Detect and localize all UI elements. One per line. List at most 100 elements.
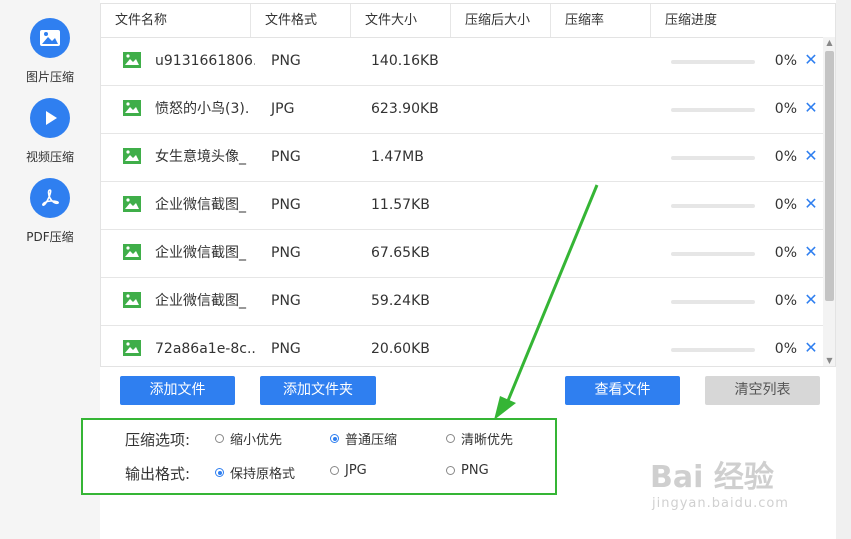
progress-percent: 0% [774, 197, 797, 213]
play-icon [30, 98, 70, 138]
radio-dot[interactable] [446, 466, 455, 475]
table-row[interactable]: 企业微信截图_ PNG 11.57KB 0% ✕ [101, 181, 823, 230]
image-file-icon [123, 196, 141, 212]
image-file-icon [123, 148, 141, 164]
file-size: 11.57KB [371, 197, 430, 213]
file-format: JPG [271, 101, 295, 117]
output-format-radio-2[interactable]: PNG [446, 463, 489, 478]
file-size: 20.60KB [371, 341, 430, 357]
sidebar-item-image-compress[interactable]: 图片压缩 [0, 18, 100, 85]
column-header-ratio[interactable]: 压缩率 [551, 4, 651, 37]
delete-icon[interactable]: ✕ [803, 98, 819, 118]
file-name: u9131661806... [155, 53, 255, 69]
file-name: 72a86a1e-8c... [155, 341, 255, 357]
clear-list-button[interactable]: 清空列表 [705, 376, 820, 405]
column-header-name[interactable]: 文件名称 [101, 4, 251, 37]
progress-bar [671, 156, 755, 160]
delete-icon[interactable]: ✕ [803, 194, 819, 214]
add-folder-button[interactable]: 添加文件夹 [260, 376, 376, 405]
output-format-label: 输出格式: [125, 465, 191, 483]
file-format: PNG [271, 341, 301, 357]
progress-bar [671, 60, 755, 64]
table-row[interactable]: 企业微信截图_ PNG 67.65KB 0% ✕ [101, 229, 823, 278]
progress-percent: 0% [774, 245, 797, 261]
options-panel: 压缩选项: 输出格式: 缩小优先 普通压缩 清晰优先 保持原格式 JPG PNG [81, 418, 557, 495]
table-row[interactable]: 女生意境头像_ PNG 1.47MB 0% ✕ [101, 133, 823, 182]
radio-dot[interactable] [215, 468, 224, 477]
file-format: PNG [271, 53, 301, 69]
watermark: Bai 经验 [650, 460, 774, 495]
progress-percent: 0% [774, 149, 797, 165]
file-name: 企业微信截图_ [155, 293, 246, 309]
pdf-icon [30, 178, 70, 218]
delete-icon[interactable]: ✕ [803, 290, 819, 310]
radio-label: 缩小优先 [230, 433, 283, 448]
table-row[interactable]: 72a86a1e-8c... PNG 20.60KB 0% ✕ [101, 325, 823, 366]
progress-percent: 0% [774, 293, 797, 309]
view-files-button[interactable]: 查看文件 [565, 376, 680, 405]
sidebar-item-label: 图片压缩 [25, 70, 74, 84]
radio-label: 清晰优先 [461, 433, 514, 448]
scroll-thumb[interactable] [825, 51, 834, 301]
table-row[interactable]: 愤怒的小鸟(3). JPG 623.90KB 0% ✕ [101, 85, 823, 134]
file-size: 59.24KB [371, 293, 430, 309]
radio-dot[interactable] [330, 466, 339, 475]
delete-icon[interactable]: ✕ [803, 50, 819, 70]
radio-dot[interactable] [330, 434, 339, 443]
file-name: 企业微信截图_ [155, 245, 246, 261]
output-format-radio-0[interactable]: 保持原格式 [215, 463, 295, 482]
output-format-radio-1[interactable]: JPG [330, 463, 367, 478]
delete-icon[interactable]: ✕ [803, 338, 819, 358]
progress-bar [671, 300, 755, 304]
file-size: 140.16KB [371, 53, 439, 69]
delete-icon[interactable]: ✕ [803, 146, 819, 166]
radio-label: 普通压缩 [345, 433, 398, 448]
progress-percent: 0% [774, 341, 797, 357]
compress-option-label: 压缩选项: [125, 431, 191, 449]
image-file-icon [123, 292, 141, 308]
table-row[interactable]: u9131661806... PNG 140.16KB 0% ✕ [101, 37, 823, 86]
table-header: 文件名称 文件格式 文件大小 压缩后大小 压缩率 压缩进度 [101, 4, 835, 38]
file-name: 愤怒的小鸟(3). [155, 101, 250, 117]
table-row[interactable]: 企业微信截图_ PNG 59.24KB 0% ✕ [101, 277, 823, 326]
sidebar-item-label: 视频压缩 [25, 150, 74, 164]
compress-option-radio-0[interactable]: 缩小优先 [215, 429, 282, 448]
column-header-format[interactable]: 文件格式 [251, 4, 351, 37]
image-file-icon [123, 100, 141, 116]
file-format: PNG [271, 245, 301, 261]
column-header-compressed-size[interactable]: 压缩后大小 [451, 4, 551, 37]
column-header-progress[interactable]: 压缩进度 [651, 4, 835, 37]
file-size: 623.90KB [371, 101, 439, 117]
sidebar-item-video-compress[interactable]: 视频压缩 [0, 98, 100, 165]
sidebar-item-pdf-compress[interactable]: PDF压缩 [0, 178, 100, 245]
file-format: PNG [271, 197, 301, 213]
vertical-scrollbar[interactable]: ▲ ▼ [823, 37, 835, 366]
progress-percent: 0% [774, 53, 797, 69]
image-file-icon [123, 340, 141, 356]
file-size: 1.47MB [371, 149, 424, 165]
compress-option-radio-1[interactable]: 普通压缩 [330, 429, 397, 448]
image-file-icon [123, 244, 141, 260]
file-name: 企业微信截图_ [155, 197, 246, 213]
file-name: 女生意境头像_ [155, 149, 246, 165]
sidebar-item-label: PDF压缩 [26, 230, 74, 244]
add-file-button[interactable]: 添加文件 [120, 376, 235, 405]
radio-label: PNG [461, 463, 489, 478]
radio-dot[interactable] [215, 434, 224, 443]
progress-percent: 0% [774, 101, 797, 117]
delete-icon[interactable]: ✕ [803, 242, 819, 262]
file-format: PNG [271, 293, 301, 309]
progress-bar [671, 348, 755, 352]
file-format: PNG [271, 149, 301, 165]
radio-dot[interactable] [446, 434, 455, 443]
file-size: 67.65KB [371, 245, 430, 261]
column-header-size[interactable]: 文件大小 [351, 4, 451, 37]
progress-bar [671, 252, 755, 256]
progress-bar [671, 204, 755, 208]
progress-bar [671, 108, 755, 112]
image-file-icon [123, 52, 141, 68]
file-table: 文件名称 文件格式 文件大小 压缩后大小 压缩率 压缩进度 u913166180… [100, 3, 836, 367]
compress-option-radio-2[interactable]: 清晰优先 [446, 429, 513, 448]
scroll-up-icon[interactable]: ▲ [823, 37, 835, 49]
scroll-down-icon[interactable]: ▼ [823, 355, 835, 366]
